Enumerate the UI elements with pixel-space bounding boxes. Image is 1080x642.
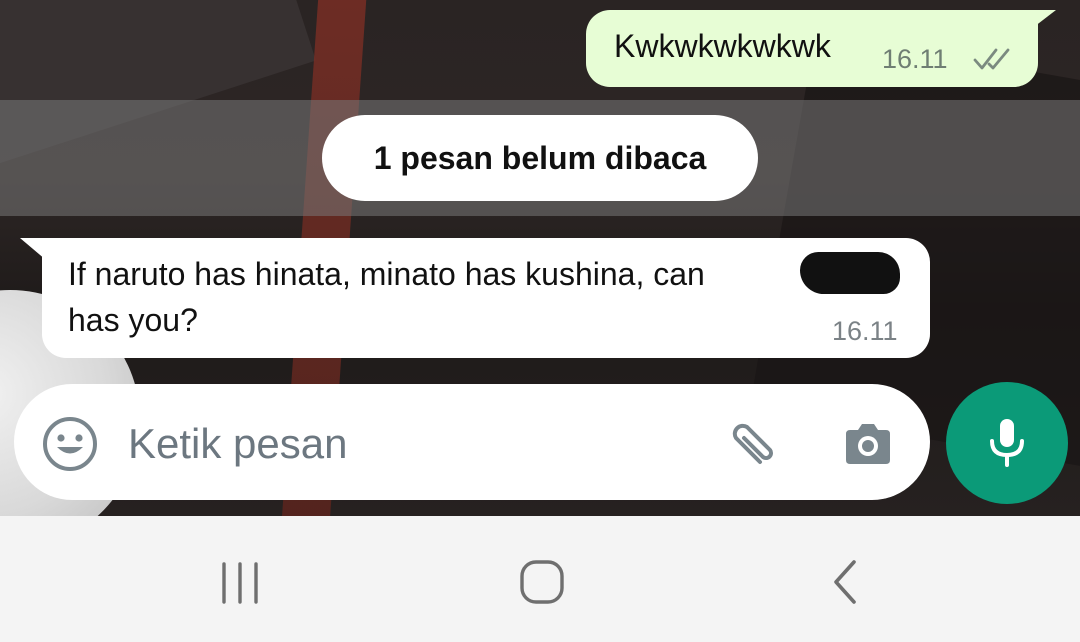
recents-icon[interactable] xyxy=(214,560,266,606)
paperclip-icon[interactable] xyxy=(722,414,782,474)
double-check-icon xyxy=(972,46,1016,72)
home-icon[interactable] xyxy=(516,556,568,608)
outgoing-bubble-tail xyxy=(1030,10,1056,30)
microphone-icon xyxy=(983,415,1031,471)
back-icon[interactable] xyxy=(824,556,866,608)
voice-record-button[interactable] xyxy=(946,382,1068,504)
redaction-mark xyxy=(800,252,900,294)
outgoing-message-text: Kwkwkwkwkwk xyxy=(614,28,831,64)
incoming-message-text-line1: If naruto has hinata, minato has kushina… xyxy=(68,256,705,292)
unread-messages-badge: 1 pesan belum dibaca xyxy=(322,115,758,201)
incoming-message-text-line2: has you? xyxy=(68,302,198,338)
incoming-bubble-tail xyxy=(20,238,46,260)
outgoing-message-time: 16.11 xyxy=(882,44,948,74)
unread-messages-label: 1 pesan belum dibaca xyxy=(373,139,707,176)
incoming-message-time: 16.11 xyxy=(832,316,898,346)
emoji-icon[interactable] xyxy=(40,414,100,474)
message-input[interactable]: Ketik pesan xyxy=(128,420,347,468)
camera-icon[interactable] xyxy=(838,414,898,474)
